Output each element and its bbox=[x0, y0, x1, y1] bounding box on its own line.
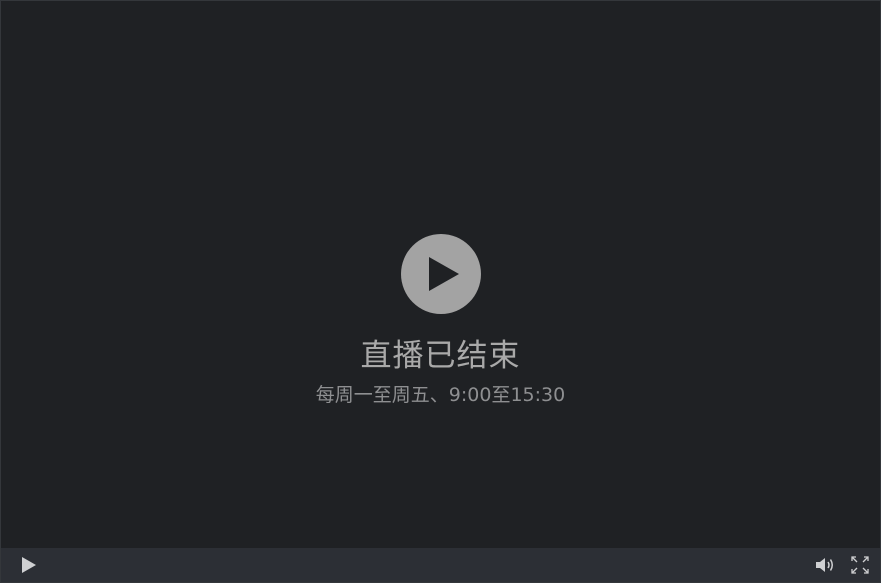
control-bar bbox=[1, 548, 880, 582]
control-bar-right bbox=[814, 554, 870, 576]
volume-icon bbox=[816, 558, 833, 572]
video-player: 直播已结束 每周一至周五、9:00至15:30 bbox=[0, 0, 881, 583]
play-icon bbox=[22, 557, 36, 573]
video-screen[interactable]: 直播已结束 每周一至周五、9:00至15:30 bbox=[1, 1, 880, 548]
volume-button[interactable] bbox=[814, 554, 836, 576]
live-ended-overlay: 直播已结束 每周一至周五、9:00至15:30 bbox=[1, 234, 880, 408]
fullscreen-icon bbox=[851, 556, 869, 574]
broadcast-schedule-text: 每周一至周五、9:00至15:30 bbox=[315, 384, 566, 406]
live-status-text: 直播已结束 bbox=[360, 338, 521, 374]
fullscreen-button[interactable] bbox=[850, 555, 870, 575]
big-play-button[interactable] bbox=[400, 234, 481, 314]
play-button[interactable] bbox=[18, 554, 40, 576]
play-icon bbox=[428, 257, 459, 291]
